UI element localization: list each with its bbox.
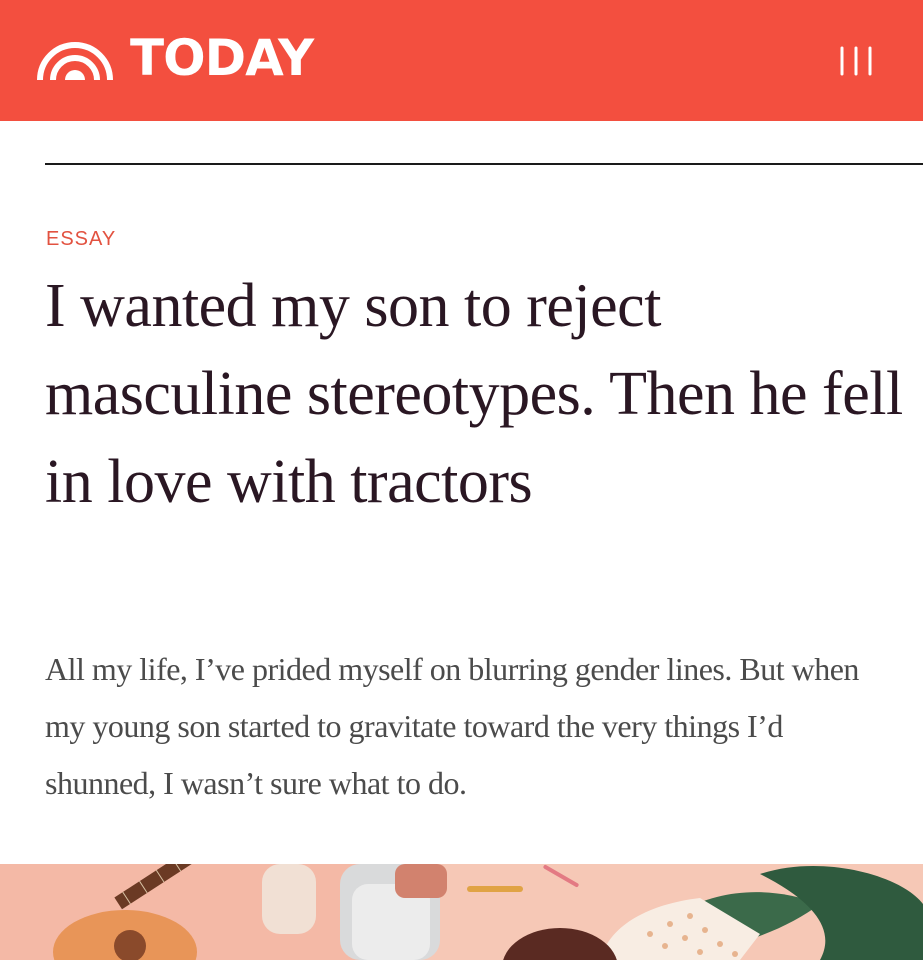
article-headline: I wanted my son to reject masculine ster… [45, 272, 903, 516]
article-kicker[interactable]: ESSAY [46, 228, 116, 251]
hero-illustration-art [0, 864, 923, 960]
today-sunrise-icon [37, 42, 113, 81]
section-divider [45, 163, 923, 165]
article-dek: All my life, I’ve prided myself on blurr… [45, 651, 859, 801]
brand-name: TODAY [130, 29, 314, 87]
menu-button[interactable] [826, 30, 886, 90]
today-logo[interactable]: TODAY [34, 29, 314, 87]
hero-illustration [0, 864, 923, 960]
site-header: TODAY [0, 0, 923, 121]
hamburger-menu-icon [840, 46, 872, 76]
